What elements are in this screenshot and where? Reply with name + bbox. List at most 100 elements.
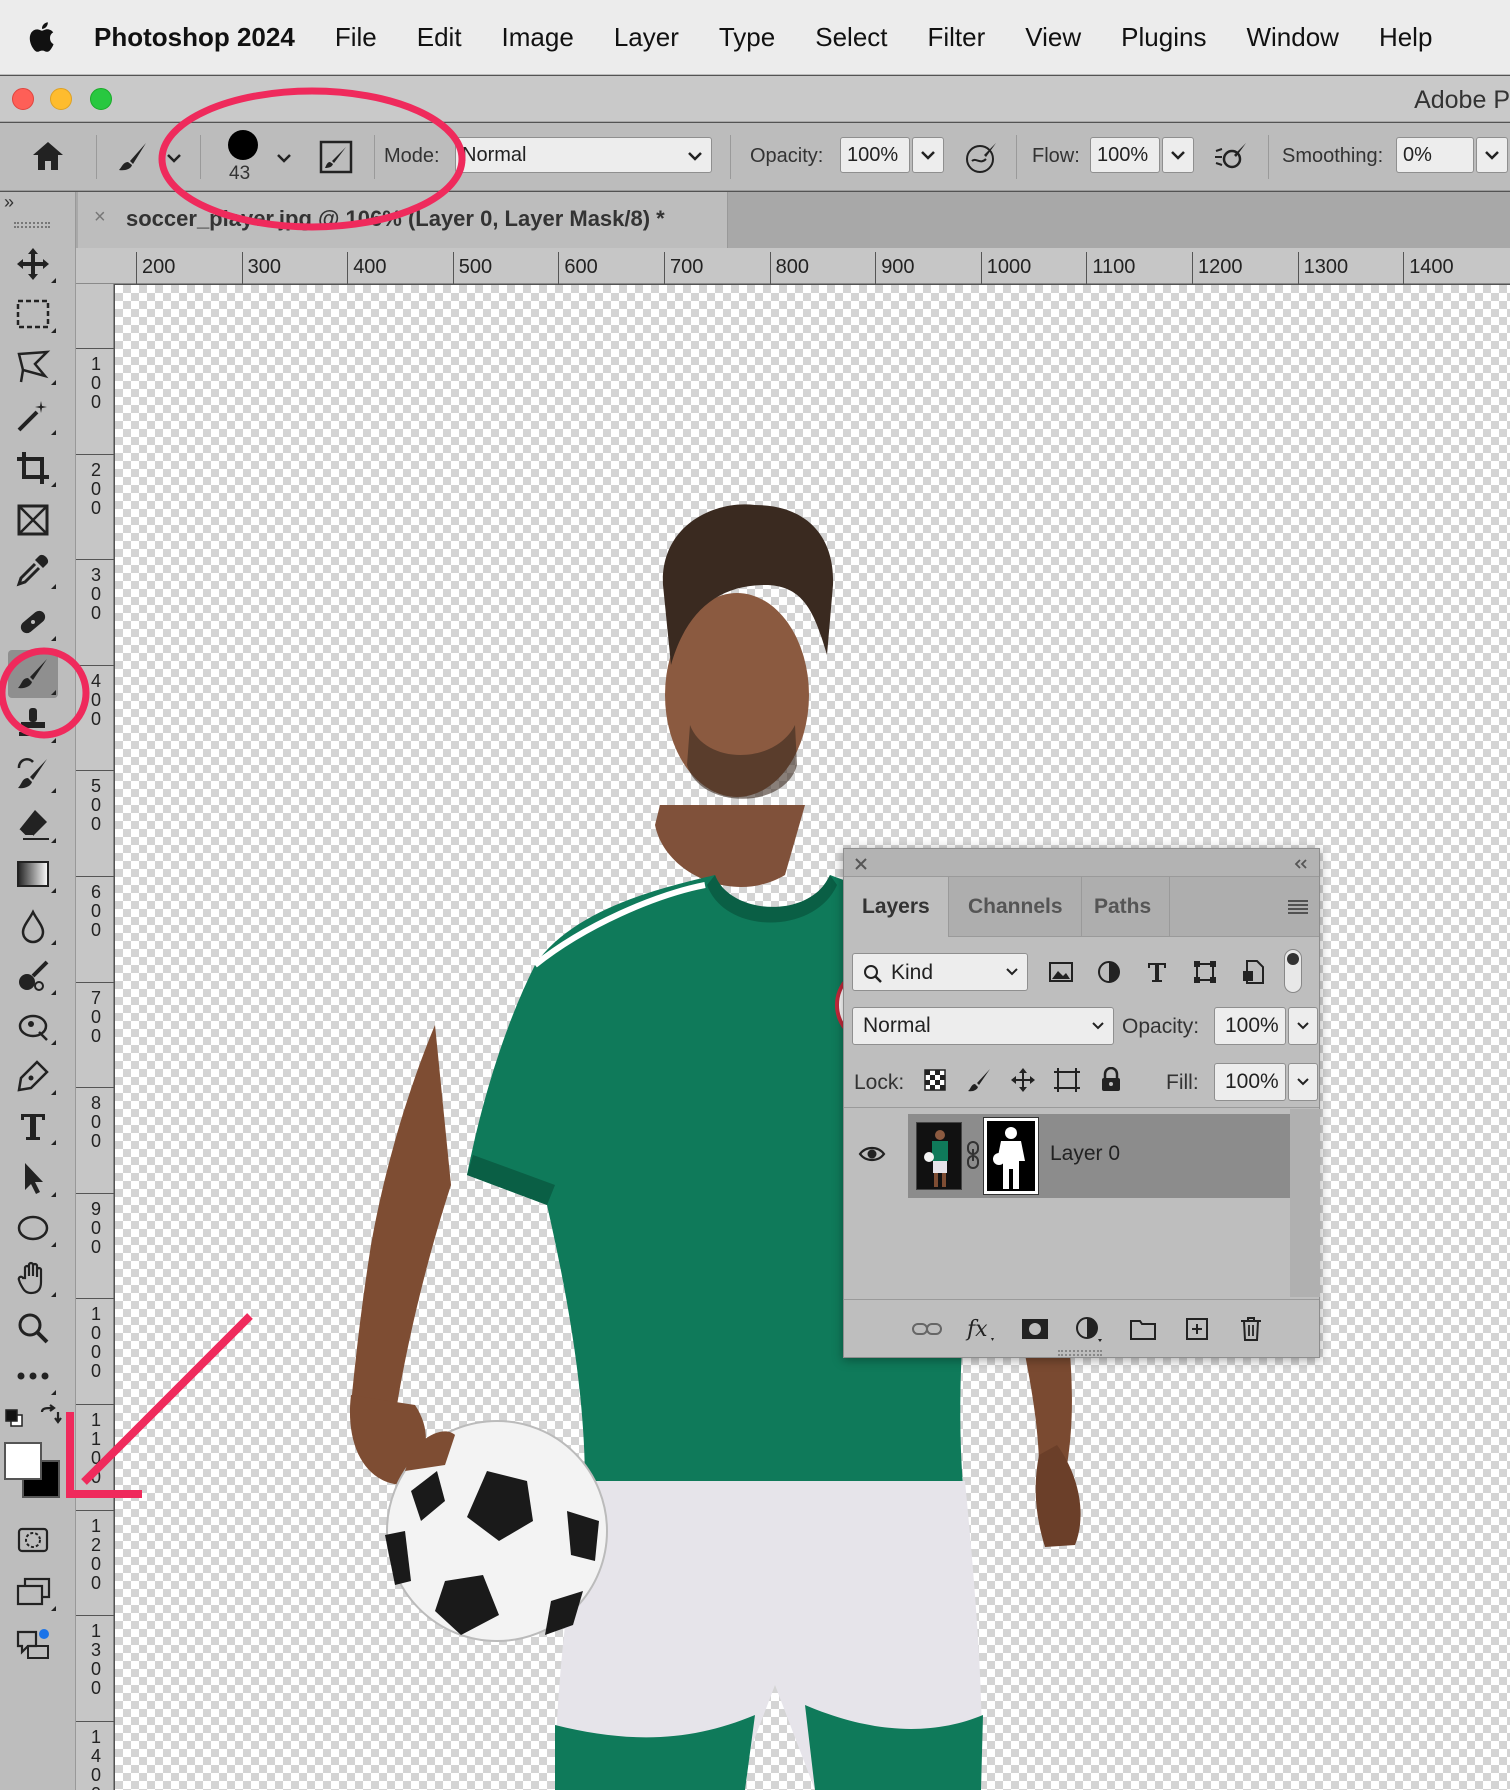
clone-stamp-tool[interactable] xyxy=(8,702,58,746)
new-group-folder-icon[interactable] xyxy=(1126,1312,1160,1346)
menu-plugins[interactable]: Plugins xyxy=(1101,22,1226,53)
filter-toggle-switch[interactable] xyxy=(1284,949,1302,993)
sponge-tool[interactable] xyxy=(8,1004,58,1048)
foreground-color-swatch[interactable] xyxy=(4,1442,42,1480)
layer-opacity-input[interactable]: 100% xyxy=(1214,1007,1286,1045)
add-layer-mask-icon[interactable] xyxy=(1018,1312,1052,1346)
eyedropper-tool[interactable] xyxy=(8,548,58,592)
default-colors-icon[interactable] xyxy=(4,1408,24,1433)
close-window-button[interactable] xyxy=(12,88,34,110)
opacity-dropdown[interactable] xyxy=(912,137,944,173)
filter-type-icon[interactable] xyxy=(1140,955,1174,989)
flow-dropdown[interactable] xyxy=(1162,137,1194,173)
home-icon[interactable] xyxy=(30,139,66,178)
brush-tool[interactable] xyxy=(8,650,58,698)
apple-icon[interactable] xyxy=(0,21,82,53)
lock-all-icon[interactable] xyxy=(1094,1063,1128,1097)
tab-channels[interactable]: Channels xyxy=(950,877,1082,937)
filter-pixel-icon[interactable] xyxy=(1044,955,1078,989)
brush-settings-panel-icon[interactable] xyxy=(318,139,354,180)
dodge-tool[interactable] xyxy=(8,954,58,998)
smoothing-dropdown[interactable] xyxy=(1476,137,1508,173)
layer-row[interactable]: Layer 0 xyxy=(908,1114,1290,1198)
menu-file[interactable]: File xyxy=(315,22,397,53)
flow-input[interactable]: 100% xyxy=(1090,137,1160,173)
brush-preview-icon[interactable] xyxy=(227,129,259,166)
filter-smart-object-icon[interactable] xyxy=(1236,955,1270,989)
menu-image[interactable]: Image xyxy=(482,22,594,53)
pressure-opacity-icon[interactable] xyxy=(964,139,1000,180)
filter-adjustment-icon[interactable] xyxy=(1092,955,1126,989)
lasso-tool[interactable] xyxy=(8,344,58,388)
opacity-input[interactable]: 100% xyxy=(840,137,910,173)
smoothing-input[interactable]: 0% xyxy=(1396,137,1474,173)
blur-tool[interactable] xyxy=(8,904,58,948)
toolbar-grip[interactable] xyxy=(14,222,50,228)
path-selection-tool[interactable] xyxy=(8,1156,58,1200)
eraser-tool[interactable] xyxy=(8,802,58,846)
menu-select[interactable]: Select xyxy=(795,22,907,53)
filter-shape-icon[interactable] xyxy=(1188,955,1222,989)
fill-input[interactable]: 100% xyxy=(1214,1063,1286,1101)
swap-colors-icon[interactable] xyxy=(38,1404,62,1433)
collapse-toolbar-icon[interactable]: » xyxy=(4,192,14,213)
menu-app-name[interactable]: Photoshop 2024 xyxy=(82,22,315,53)
lock-position-icon[interactable] xyxy=(1006,1063,1040,1097)
panel-header[interactable] xyxy=(844,849,1319,877)
ellipse-tool[interactable] xyxy=(8,1206,58,1250)
tab-paths[interactable]: Paths xyxy=(1076,877,1171,937)
menu-filter[interactable]: Filter xyxy=(908,22,1006,53)
minimize-window-button[interactable] xyxy=(50,88,72,110)
new-adjustment-layer-icon[interactable] xyxy=(1072,1312,1106,1346)
zoom-tool[interactable] xyxy=(8,1306,58,1350)
layer-opacity-dropdown[interactable] xyxy=(1288,1007,1318,1045)
tool-preset-chevron-icon[interactable] xyxy=(166,151,182,169)
menu-view[interactable]: View xyxy=(1005,22,1101,53)
screen-mode-button[interactable] xyxy=(8,1570,58,1614)
healing-brush-tool[interactable] xyxy=(8,600,58,644)
menu-edit[interactable]: Edit xyxy=(397,22,482,53)
gradient-tool[interactable] xyxy=(8,852,58,896)
lock-image-pixels-icon[interactable] xyxy=(962,1063,996,1097)
brush-tool-preset-icon[interactable] xyxy=(116,141,150,178)
pen-tool[interactable] xyxy=(8,1054,58,1098)
move-tool[interactable] xyxy=(8,242,58,286)
menu-window[interactable]: Window xyxy=(1226,22,1358,53)
zoom-window-button[interactable] xyxy=(90,88,112,110)
delete-layer-trash-icon[interactable] xyxy=(1234,1312,1268,1346)
visibility-eye-icon[interactable] xyxy=(858,1145,886,1168)
layer-mask-thumbnail[interactable] xyxy=(983,1117,1039,1195)
filter-kind-select[interactable]: Kind xyxy=(852,953,1028,991)
lock-artboard-icon[interactable] xyxy=(1050,1063,1084,1097)
horizontal-ruler[interactable]: 200 300 400 500 600 700 800 900 1000 1100 1200 1300… xyxy=(76,248,1510,284)
edit-toolbar-button[interactable] xyxy=(8,1354,58,1398)
vertical-ruler[interactable]: 100 200 300 400 500 600 700 800 900 1000 1100 1200 1… xyxy=(76,284,114,1790)
collapse-panel-icon[interactable] xyxy=(1293,858,1309,870)
layer-effects-fx-icon[interactable]: fx xyxy=(964,1312,998,1346)
tab-layers[interactable]: Layers xyxy=(844,877,949,937)
layers-scrollbar[interactable] xyxy=(1290,1109,1320,1297)
link-layers-icon[interactable] xyxy=(910,1312,944,1346)
quick-mask-mode-button[interactable] xyxy=(8,1518,58,1562)
brush-picker-chevron-icon[interactable] xyxy=(276,151,292,169)
panel-resize-grip[interactable] xyxy=(1058,1350,1102,1356)
menu-layer[interactable]: Layer xyxy=(594,22,699,53)
magic-wand-tool[interactable] xyxy=(8,394,58,438)
share-for-review-button[interactable] xyxy=(8,1622,58,1666)
document-tab[interactable]: × soccer_player.jpg @ 106% (Layer 0, Lay… xyxy=(78,192,728,248)
hand-tool[interactable] xyxy=(8,1256,58,1300)
new-layer-icon[interactable] xyxy=(1180,1312,1214,1346)
mode-select[interactable]: Normal xyxy=(455,137,712,173)
layer-name[interactable]: Layer 0 xyxy=(1050,1142,1120,1166)
blend-mode-select[interactable]: Normal xyxy=(852,1007,1114,1045)
menu-type[interactable]: Type xyxy=(699,22,795,53)
history-brush-tool[interactable] xyxy=(8,752,58,796)
panel-menu-icon[interactable] xyxy=(1287,899,1309,915)
panel-close-icon[interactable] xyxy=(854,857,868,871)
mask-link-icon[interactable] xyxy=(966,1140,980,1175)
tab-close-icon[interactable]: × xyxy=(94,206,106,229)
fill-dropdown[interactable] xyxy=(1288,1063,1318,1101)
frame-tool[interactable] xyxy=(8,498,58,542)
marquee-tool[interactable] xyxy=(8,292,58,336)
lock-transparent-pixels-icon[interactable] xyxy=(918,1063,952,1097)
